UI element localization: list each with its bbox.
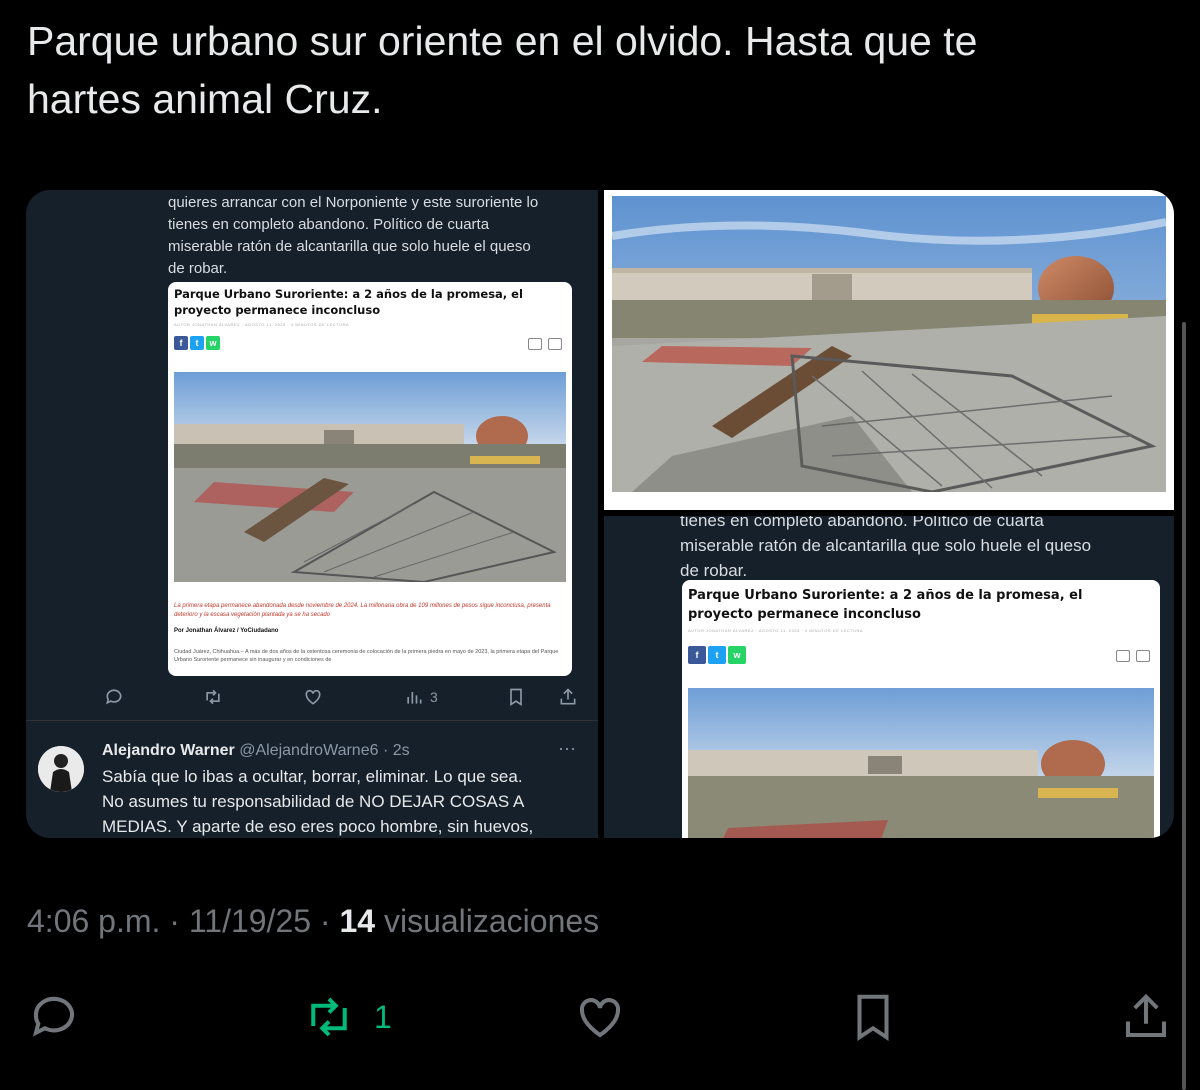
reply-icon <box>32 996 75 1037</box>
park-photo <box>612 196 1166 492</box>
share-buttons: f t w <box>174 336 220 350</box>
separator: · <box>311 903 340 939</box>
reply-body: Sabía que lo ibas a ocultar, borrar, eli… <box>102 764 592 838</box>
embedded-text-line: tienes en completo abandono. Político de… <box>680 516 1044 530</box>
email-icon[interactable] <box>528 338 542 350</box>
reply-author-name[interactable]: Alejandro Warner <box>102 742 235 759</box>
views-count: 14 <box>339 903 376 939</box>
repost-count: 1 <box>374 998 392 1035</box>
embedded-text-line: tienes en completo abandono. Político de… <box>168 216 490 233</box>
article-body: Ciudad Juárez, Chihuahua.– A más de dos … <box>174 649 559 663</box>
reply-line: MEDIAS. Y aparte de eso eres poco hombre… <box>102 817 534 836</box>
article-tools <box>528 338 562 350</box>
article-meta: AUTOR JONATHAN ÁLVAREZ · AGOSTO 11, 2025… <box>174 322 350 327</box>
print-icon[interactable] <box>1136 650 1150 662</box>
tweet-text: Parque urbano sur oriente en el olvido. … <box>27 12 1127 128</box>
facebook-icon[interactable]: f <box>174 336 188 350</box>
scrollbar[interactable] <box>1182 322 1186 1090</box>
article-title: Parque Urbano Suroriente: a 2 años de la… <box>174 286 523 318</box>
divider <box>26 720 598 721</box>
share-icon[interactable] <box>558 687 578 707</box>
tweet-meta: 4:06 p.m. · 11/19/25 · 14 visualizacione… <box>27 903 599 940</box>
views-label: visualizaciones <box>375 903 600 939</box>
facebook-icon[interactable]: f <box>688 646 706 664</box>
print-icon[interactable] <box>548 338 562 350</box>
views-button[interactable]: 3 <box>404 687 438 707</box>
views-count: 3 <box>430 689 438 705</box>
photo-caption: La primera etapa permanece abandonada de… <box>174 603 551 618</box>
embedded-tweet-text: quieres arrancar con el Norponiente y es… <box>168 192 588 280</box>
reply-line: Sabía que lo ibas a ocultar, borrar, eli… <box>102 767 523 786</box>
embedded-text-line: miserable ratón de alcantarilla que solo… <box>168 238 531 255</box>
whatsapp-icon[interactable]: w <box>206 336 220 350</box>
avatar[interactable] <box>38 746 84 792</box>
media-image-bottom-right[interactable]: tienes en completo abandono. Político de… <box>604 516 1174 838</box>
email-icon[interactable] <box>1116 650 1130 662</box>
article-card: Parque Urbano Suroriente: a 2 años de la… <box>682 580 1160 838</box>
separator: · <box>160 903 189 939</box>
article-photo <box>174 372 566 582</box>
reply-line: No asumes tu responsabilidad de NO DEJAR… <box>102 792 525 811</box>
article-title: Parque Urbano Suroriente: a 2 años de la… <box>688 586 1082 624</box>
share-icon <box>1125 993 1167 1038</box>
tweet-action-bar: 1 <box>0 990 1200 1050</box>
article-title-line: Parque Urbano Suroriente: a 2 años de la… <box>174 287 523 301</box>
embedded-text-line: miserable ratón de alcantarilla que solo… <box>680 536 1092 555</box>
media-grid: quieres arrancar con el Norponiente y es… <box>26 190 1174 838</box>
tweet-text-line: Parque urbano sur oriente en el olvido. … <box>27 18 978 64</box>
article-title-line: Parque Urbano Suroriente: a 2 años de la… <box>688 588 1083 603</box>
like-icon <box>579 998 621 1038</box>
article-tools <box>1116 650 1150 662</box>
tweet-text-line: hartes animal Cruz. <box>27 76 383 122</box>
twitter-icon[interactable]: t <box>708 646 726 664</box>
reply-button[interactable] <box>26 990 82 1044</box>
like-button[interactable] <box>572 990 628 1044</box>
media-image-left[interactable]: quieres arrancar con el Norponiente y es… <box>26 190 598 838</box>
article-meta: AUTOR JONATHAN ÁLVAREZ · AGOSTO 11, 2025… <box>688 628 864 633</box>
repost-button[interactable]: 1 <box>298 990 392 1044</box>
reply-icon[interactable] <box>104 687 124 707</box>
article-card: Parque Urbano Suroriente: a 2 años de la… <box>168 282 572 676</box>
reply-header: Alejandro Warner @AlejandroWarne6 · 2s <box>102 742 410 760</box>
embedded-tweet-text: tienes en completo abandono. Político de… <box>680 516 1160 583</box>
article-title-line: proyecto permanece inconcluso <box>688 607 921 622</box>
repost-icon <box>311 997 347 1037</box>
embedded-tweet-actions: 3 <box>104 684 584 710</box>
share-button[interactable] <box>1118 990 1174 1044</box>
share-buttons: f t w <box>688 646 746 664</box>
repost-icon[interactable] <box>202 687 224 707</box>
embedded-text-line: quieres arrancar con el Norponiente y es… <box>168 194 539 211</box>
bookmark-button[interactable] <box>846 990 900 1044</box>
tweet-time[interactable]: 4:06 p.m. <box>27 903 160 939</box>
whatsapp-icon[interactable]: w <box>728 646 746 664</box>
tweet-date[interactable]: 11/19/25 <box>189 903 311 939</box>
like-icon[interactable] <box>302 687 324 707</box>
twitter-icon[interactable]: t <box>190 336 204 350</box>
reply-author-handle[interactable]: @AlejandroWarne6 · 2s <box>239 742 409 759</box>
article-photo <box>688 688 1154 838</box>
bookmark-icon[interactable] <box>506 687 526 707</box>
media-image-top-right[interactable] <box>604 190 1174 510</box>
more-icon[interactable]: ··· <box>558 738 576 759</box>
embedded-text-line: de robar. <box>168 260 228 277</box>
article-byline: Por Jonathan Álvarez / YoCiudadano <box>174 628 279 634</box>
article-title-line: proyecto permanece inconcluso <box>174 303 381 317</box>
bookmark-icon <box>857 994 889 1042</box>
views-icon <box>407 692 422 704</box>
